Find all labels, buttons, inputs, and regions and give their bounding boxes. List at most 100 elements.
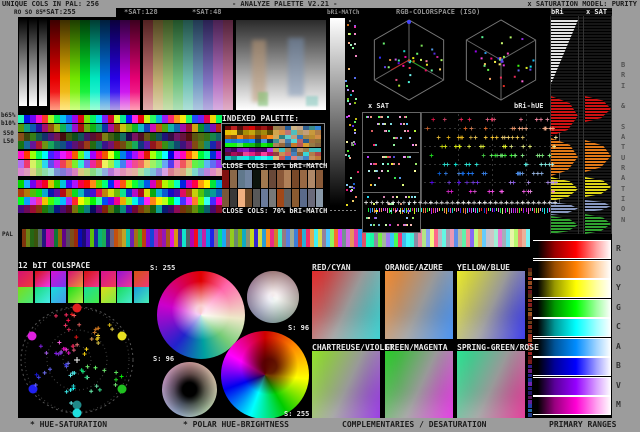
xsat-dot — [387, 130, 390, 132]
xsat-dot — [395, 210, 398, 212]
bri-match-mark — [352, 182, 355, 185]
bri-hue-plus: + — [436, 134, 441, 142]
hist-grid-line — [578, 16, 579, 234]
primary-range-bar — [533, 298, 611, 318]
bri-hue-plus: + — [524, 125, 529, 133]
polar-s96-label-1: S: 96 — [288, 324, 310, 332]
bri-match-mark — [355, 196, 358, 199]
bri-match-mark — [348, 157, 351, 160]
bri-match-mark — [345, 184, 348, 187]
sat255-tab[interactable]: *SAT:255 — [42, 9, 76, 16]
sat-axis-plus: + — [418, 199, 423, 207]
colspace-tile — [84, 271, 99, 287]
footer-complementaries: COMPLEMENTARIES / DESATURATION — [342, 420, 487, 429]
xsat-dot — [402, 210, 405, 212]
left-sidebar — [0, 8, 18, 432]
sat128-tab[interactable]: *SAT:128 — [124, 9, 158, 16]
side-swatch-cell — [528, 320, 532, 325]
xsat-dot — [402, 184, 405, 186]
bri-hue-plus: + — [466, 170, 471, 178]
colspace-tile — [100, 287, 116, 303]
hue-tick — [412, 208, 414, 212]
close-cols-10-label: CLOSE COLS: 10% bRI-MATCH — [222, 162, 328, 170]
xsat-dot — [383, 196, 386, 198]
xsat-dot — [403, 116, 406, 118]
xsat-dot — [377, 177, 380, 179]
bri-hue-plus: + — [445, 161, 450, 169]
side-swatch-cell — [528, 276, 532, 281]
bri-hue-plus: + — [463, 125, 468, 133]
bri-hue-plus: + — [457, 179, 462, 187]
xsat-dot — [374, 217, 377, 219]
bri-sat-side-label-char: N — [621, 215, 626, 224]
bri-hue-plus: + — [526, 188, 531, 196]
comp-square-label: CHARTREUSE/VIOLET — [312, 343, 394, 352]
bri-match-mark — [354, 120, 357, 123]
bri-match-mark — [354, 128, 357, 131]
primary-range-row-label: C — [616, 322, 621, 332]
primary-range-row-label: G — [616, 302, 621, 312]
hue-tick — [536, 208, 537, 214]
side-swatch-cell — [528, 316, 532, 320]
sat-axis-plus: + — [374, 199, 380, 207]
sat128-hue-column — [193, 20, 203, 110]
bri-hue-plus: + — [500, 152, 505, 160]
bri-hue-plus: + — [513, 152, 518, 160]
bri-hue-plus: + — [469, 125, 474, 133]
hue-tick — [544, 208, 546, 214]
hue-tick — [496, 208, 498, 212]
scatter-gridline-h — [424, 128, 556, 129]
hue-tick — [494, 208, 495, 213]
xsat-dot — [393, 177, 396, 179]
bri-hue-plus: + — [446, 134, 451, 142]
bri-match-mark — [348, 124, 351, 127]
side-swatch-cell — [528, 400, 532, 404]
primary-range-bar — [533, 357, 611, 377]
close-cols-10-swatch — [300, 170, 307, 188]
xsat-dot — [388, 224, 391, 226]
bri-hue-plus: + — [499, 188, 504, 196]
bri-hue-plus: + — [516, 170, 521, 178]
bri-hue-plus: + — [551, 143, 557, 151]
xsat-dot — [399, 177, 402, 179]
hue-tick — [498, 208, 500, 213]
colspace-tile — [117, 271, 132, 287]
sat-axis-plus: + — [488, 199, 493, 207]
bri-match-mark — [354, 77, 357, 80]
bri-match-mark — [346, 203, 349, 206]
sat-axis-plus: + — [499, 199, 504, 207]
hue-tick — [525, 208, 527, 212]
close-cols-70-swatch — [222, 189, 229, 207]
s50-label: S50 — [3, 130, 14, 137]
hist-grid-line — [583, 16, 584, 234]
hue-tick — [437, 208, 439, 213]
bri-match-mark — [353, 42, 356, 45]
sat128-hue-column — [173, 20, 183, 110]
hue-tick — [462, 208, 464, 214]
bri-hue-plus: + — [447, 179, 452, 187]
xsat-dot — [370, 163, 373, 165]
close-cols-10-swatch — [237, 170, 245, 188]
close-cols-70-swatch — [284, 189, 292, 207]
hue-tick — [458, 208, 460, 212]
bri-sat-side-label-char: U — [621, 153, 626, 162]
sat48-tab[interactable]: *SAT:48 — [192, 9, 222, 16]
bri-match-mark — [345, 188, 348, 191]
colspace-tile — [34, 271, 50, 287]
bri-hue-plus: + — [473, 134, 478, 142]
bri-hue-plus: + — [509, 143, 514, 151]
side-swatch-cell — [528, 413, 532, 417]
comp-square-label: SPRING-GREEN/ROSE — [457, 343, 539, 352]
colspace-tile — [18, 271, 33, 287]
xsat-dot — [390, 210, 393, 212]
hue-tick — [546, 208, 548, 214]
colspace-tile — [100, 271, 116, 287]
xsat-dot — [375, 163, 378, 165]
bri-match-mark — [345, 153, 348, 156]
bri-hue-plus: + — [467, 116, 472, 124]
xsat-dot — [366, 217, 369, 219]
hue-tick — [441, 208, 443, 212]
primary-range-row-label: O — [616, 263, 621, 273]
hue-tick — [418, 208, 420, 213]
hue-tick — [452, 208, 453, 214]
